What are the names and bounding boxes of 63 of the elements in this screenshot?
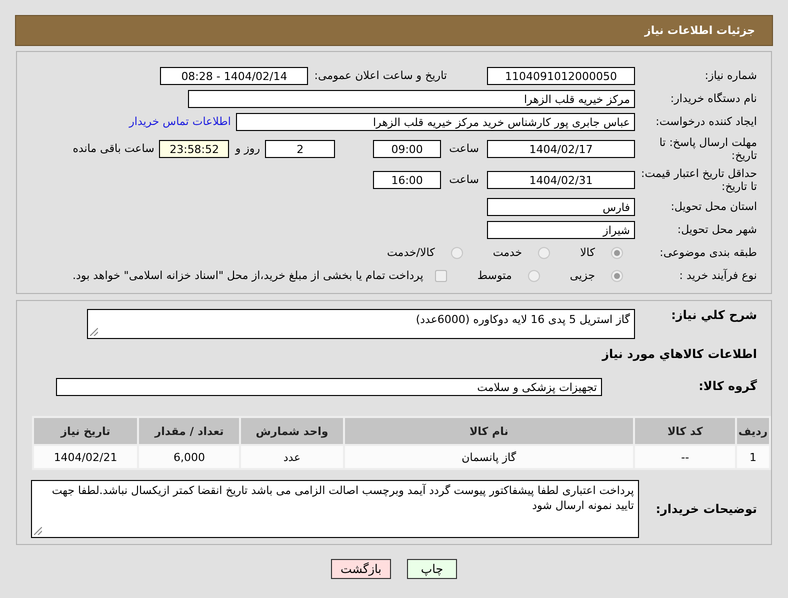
days-field: 2 — [265, 140, 336, 158]
goods-group-field: تجهیزات پزشکی و سلامت — [56, 378, 602, 396]
radio-label: کالا — [580, 246, 595, 259]
column-header: واحد شمارش — [240, 417, 344, 445]
action-button[interactable]: بازگشت — [331, 559, 391, 579]
field-label: توضیحات خریدار: — [654, 502, 758, 516]
field-label: ساعت — [449, 142, 479, 155]
buyer-contact-link[interactable]: اطلاعات تماس خریدار — [129, 115, 231, 128]
field-label: روز و — [235, 142, 260, 155]
checkbox[interactable] — [435, 270, 448, 282]
table-cell: گاز پانسمان — [344, 445, 634, 469]
field-label: ایجاد کننده درخواست: — [654, 115, 758, 128]
section-heading: اطلاعات کالاهاي مورد نياز — [600, 347, 758, 361]
radio-button[interactable] — [538, 246, 550, 258]
radio-button[interactable] — [528, 270, 540, 282]
field-label: مهلت ارسال پاسخ: تا تاریخ: — [658, 136, 758, 162]
table-cell: -- — [634, 445, 736, 469]
announce-date-field: 1404/02/14 - 08:28 — [160, 66, 308, 84]
checkbox-label: پرداخت تمام یا بخشی از مبلغ خرید،از محل "اسناد خزانه اسلامی" خواهد بود. — [72, 269, 424, 282]
province-field: فارس — [487, 198, 635, 216]
radio-label: جزیی — [570, 269, 595, 282]
resize-grip-icon — [34, 527, 42, 535]
creator-field: عباس جابری پور کارشناس خرید مرکز خیریه قلب الزهرا — [236, 112, 635, 130]
field-label: ساعت باقی مانده — [72, 142, 154, 155]
city-field: شیراز — [487, 220, 635, 238]
time-field: 16:00 — [373, 170, 442, 188]
date-field: 1404/02/31 — [487, 170, 635, 188]
field-label: شماره نیاز: — [704, 69, 758, 82]
column-header: تعداد / مقدار — [138, 417, 240, 445]
action-button[interactable]: چاپ — [407, 559, 457, 579]
field-label: تاریخ و ساعت اعلان عمومی: — [314, 69, 447, 82]
need-number-field: 1104091012000050 — [487, 66, 635, 84]
table-cell: 1 — [736, 445, 770, 469]
radio-button[interactable] — [611, 270, 623, 282]
column-header: کد کالا — [634, 417, 736, 445]
field-label: حداقل تاریخ اعتبار قیمت: تا تاریخ: — [640, 166, 758, 192]
radio-label: خدمت — [492, 246, 522, 259]
radio-button[interactable] — [611, 246, 623, 258]
remaining-time-field: 23:58:52 — [159, 140, 230, 158]
description-textarea[interactable]: گاز استریل 5 پدی 16 لایه دوکاوره (6000عدد) — [87, 309, 635, 339]
field-label: طبقه بندی موضوعی: — [658, 246, 758, 259]
field-label: ساعت — [449, 173, 479, 186]
radio-label: متوسط — [477, 269, 512, 282]
table-cell: 1404/02/21 — [33, 445, 138, 469]
table-cell: 6,000 — [138, 445, 240, 469]
field-label: نوع فرآیند خرید : — [678, 269, 758, 282]
radio-label: کالا/خدمت — [387, 246, 435, 259]
table-cell: عدد — [240, 445, 344, 469]
resize-grip-icon — [90, 328, 98, 336]
field-label: شهر محل تحویل: — [676, 223, 758, 236]
buyer-org-field: مرکز خیریه قلب الزهرا — [188, 90, 635, 108]
column-header: نام کالا — [344, 417, 634, 445]
time-field: 09:00 — [373, 140, 442, 158]
field-label: نام دستگاه خریدار: — [669, 92, 758, 105]
radio-button[interactable] — [450, 246, 463, 258]
date-field: 1404/02/17 — [487, 140, 635, 158]
column-header: تاریخ نیاز — [33, 417, 138, 445]
column-header: ردیف — [736, 417, 770, 445]
field-label: استان محل تحویل: — [670, 200, 758, 213]
page-title: جزئیات اطلاعات نیاز — [644, 24, 756, 37]
field-label: گروه کالا: — [698, 380, 758, 393]
field-label: شرح کلي نياز: — [670, 309, 758, 322]
buyer-notes-textarea[interactable]: پرداخت اعتباری لطفا پیشفاکتور پیوست گردد آیمد وبرچسب اصالت الزامی می باشد تاریخ انقضا کمتر ازیکسال نباشد.لطفا جهت تایید نمونه ارسال شود — [31, 480, 639, 538]
